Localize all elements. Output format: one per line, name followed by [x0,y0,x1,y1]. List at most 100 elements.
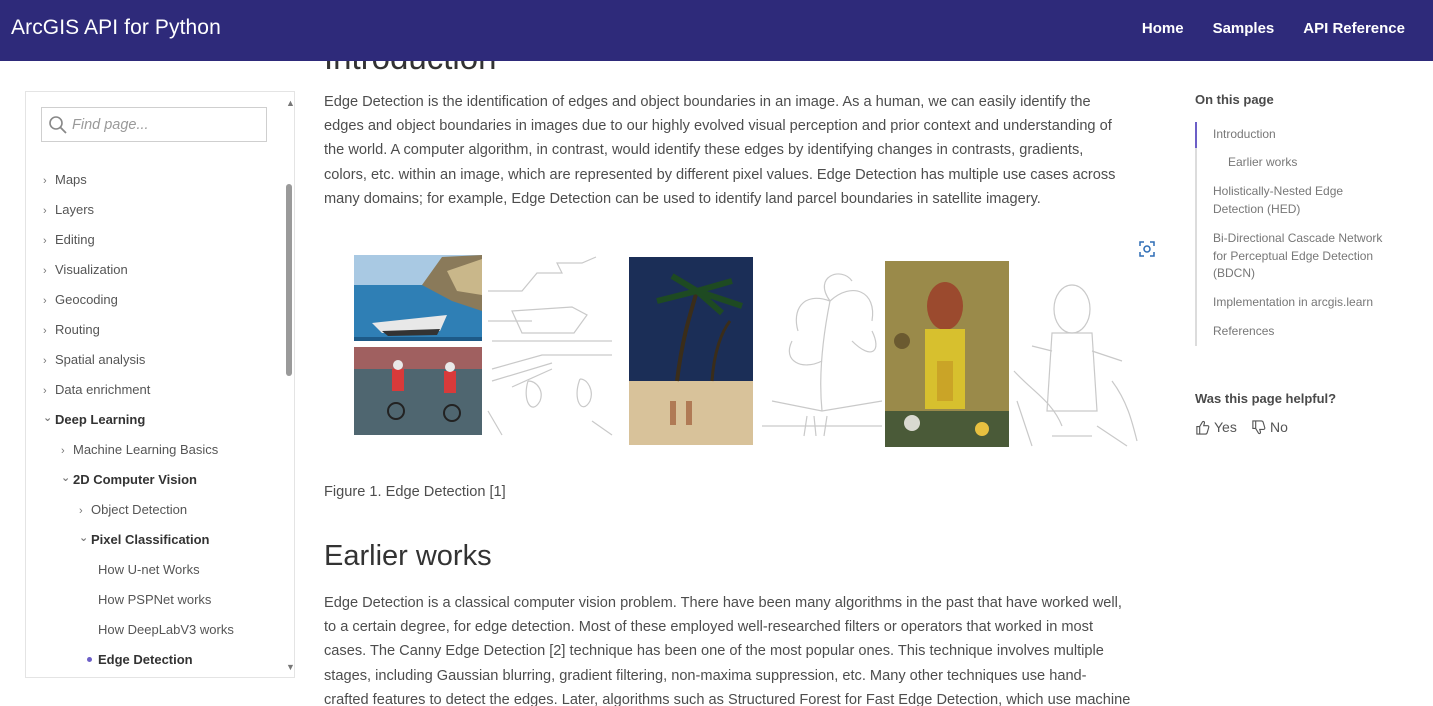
section-heading-earlier-works: Earlier works [324,540,492,572]
toc-item-introduction[interactable]: Introduction [1213,126,1403,144]
sidebar-item-label: Spatial analysis [55,352,146,367]
paragraph-line: to a certain degree, for edge detection.… [324,619,1094,636]
sidebar-nav: ›Maps›Layers›Editing›Visualization›Geoco… [25,91,295,678]
sidebar-item-label: Pixel Classification [91,532,210,547]
edge-detection-figure[interactable] [352,251,1142,451]
sidebar-item-editing[interactable]: › Editing [43,232,95,247]
chevron-right-icon[interactable]: › [43,355,55,367]
sidebar-item-label: Edge Detection [98,652,193,667]
paragraph-line: stages, including Gaussian blurring, gra… [324,667,1087,684]
sidebar-item-label: Data enrichment [55,382,151,397]
site-title[interactable]: ArcGIS API for Python [11,16,221,40]
sidebar-item-spatial-analysis[interactable]: › Spatial analysis [43,352,145,367]
sidebar-item-layers[interactable]: › Layers [43,202,94,217]
scroll-up-arrow-icon[interactable]: ▲ [286,98,294,108]
paragraph-line: edges and object boundaries in images du… [324,118,1112,135]
current-page-dot-icon [87,657,92,663]
sidebar-item-label: Object Detection [91,502,188,517]
paragraph-line: Edge Detection is a classical computer v… [324,595,1122,611]
sidebar-item-label: Editing [55,232,95,247]
paragraph-line: colors, etc. within an image, which are … [324,166,1116,183]
sidebar-item-2d-computer-vision[interactable]: ⌄ 2D Computer Vision [61,472,197,487]
feedback-no-button[interactable]: No [1251,419,1288,435]
sidebar-item-maps[interactable]: › Maps [43,172,87,187]
sidebar-item-data-enrichment[interactable]: › Data enrichment [43,382,150,397]
boat-edge-map [487,256,613,436]
section-heading-introduction: Introduction [324,61,496,77]
chevron-right-icon[interactable]: › [43,265,55,277]
chevron-right-icon[interactable]: › [43,295,55,307]
paragraph-line: many domains; for example, Edge Detectio… [324,190,1041,207]
paragraph-line: Edge Detection is the identification of … [324,94,1091,110]
figure-caption: Figure 1. Edge Detection [1] [324,484,506,500]
chevron-right-icon[interactable]: › [43,205,55,217]
feedback-question: Was this page helpful? [1195,391,1337,406]
statue-edge-map [1013,284,1138,447]
top-navigation-bar: ArcGIS API for Python Home Samples API R… [0,0,1433,61]
sidebar-item-label: Geocoding [55,292,118,307]
sidebar-item-label: How PSPNet works [98,592,212,607]
earlier-works-paragraph: Edge Detection is a classical computer v… [324,591,1164,706]
chevron-down-icon[interactable]: ⌄ [61,471,73,484]
sidebar-item-how-deeplabv3-works[interactable]: How DeepLabV3 works [98,622,234,637]
scrollbar-thumb[interactable] [286,184,292,376]
sidebar-item-label: Routing [55,322,100,337]
sidebar-item-deep-learning[interactable]: ⌄ Deep Learning [43,412,145,427]
toc-item-references[interactable]: References [1213,323,1403,341]
search-input[interactable] [72,114,260,136]
paragraph-line: crafted features to detect the edges. La… [324,691,1131,706]
search-box[interactable] [41,107,267,142]
boat-photo [354,255,482,341]
toc-active-indicator [1195,122,1197,148]
paragraph-line: cases. The Canny Edge Detection [2] tech… [324,643,1104,660]
main-content: Introduction Edge Detection is the ident… [324,61,1164,706]
sidebar-item-object-detection[interactable]: › Object Detection [79,502,187,517]
sidebar-item-edge-detection[interactable]: Edge Detection [87,652,193,667]
toc-item-implementation[interactable]: Implementation in arcgis.learn [1213,294,1403,312]
nav-home-link[interactable]: Home [1142,20,1184,37]
chevron-right-icon[interactable]: › [79,505,91,517]
toc-item-earlier-works[interactable]: Earlier works [1228,154,1418,172]
feedback-no-label: No [1270,419,1288,435]
chevron-right-icon[interactable]: › [43,175,55,187]
nav-api-reference-link[interactable]: API Reference [1303,20,1405,37]
sidebar-item-how-u-net-works[interactable]: How U-net Works [98,562,200,577]
sidebar-item-label: Layers [55,202,95,217]
thumbs-down-icon [1252,419,1266,434]
sidebar-item-label: Visualization [55,262,128,277]
sidebar-item-label: How U-net Works [98,562,200,577]
intro-paragraph: Edge Detection is the identification of … [324,90,1164,211]
beach-palm-photo [629,257,753,445]
toc-item-hed[interactable]: Holistically-Nested Edge Detection (HED) [1213,183,1373,218]
chevron-down-icon[interactable]: ⌄ [43,411,55,424]
sidebar-item-label: Deep Learning [55,412,146,427]
sidebar-item-visualization[interactable]: › Visualization [43,262,128,277]
sidebar-scrollbar[interactable]: ▲ ▼ [284,96,294,674]
sidebar-item-machine-learning-basics[interactable]: › Machine Learning Basics [61,442,218,457]
chevron-right-icon[interactable]: › [43,235,55,247]
table-of-contents: On this page Introduction Earlier works … [1195,92,1405,346]
chevron-right-icon[interactable]: › [43,325,55,337]
sidebar-item-pixel-classification[interactable]: ⌄ Pixel Classification [79,532,210,547]
top-nav: Home Samples API Reference [1142,20,1405,37]
chevron-right-icon[interactable]: › [43,385,55,397]
sidebar-item-label: How DeepLabV3 works [98,622,234,637]
sidebar-item-label: Maps [55,172,87,187]
chevron-down-icon[interactable]: ⌄ [79,531,91,544]
search-icon [49,116,67,134]
palm-edge-map [762,273,883,437]
sidebar-item-how-pspnet-works[interactable]: How PSPNet works [98,592,211,607]
nav-samples-link[interactable]: Samples [1213,20,1275,37]
sidebar-item-geocoding[interactable]: › Geocoding [43,292,118,307]
statue-photo [885,261,1009,447]
toc-item-bdcn[interactable]: Bi-Directional Cascade Network for Perce… [1213,230,1395,283]
sidebar-item-routing[interactable]: › Routing [43,322,100,337]
paragraph-line: the world. A computer algorithm, in cont… [324,142,1084,159]
sidebar-item-label: Machine Learning Basics [73,442,219,457]
sidebar-item-label: 2D Computer Vision [73,472,198,487]
cyclists-photo [354,347,482,435]
chevron-right-icon[interactable]: › [61,445,73,457]
feedback-yes-button[interactable]: Yes [1195,419,1237,435]
scroll-down-arrow-icon[interactable]: ▼ [286,662,294,672]
thumbs-up-icon [1196,420,1210,435]
